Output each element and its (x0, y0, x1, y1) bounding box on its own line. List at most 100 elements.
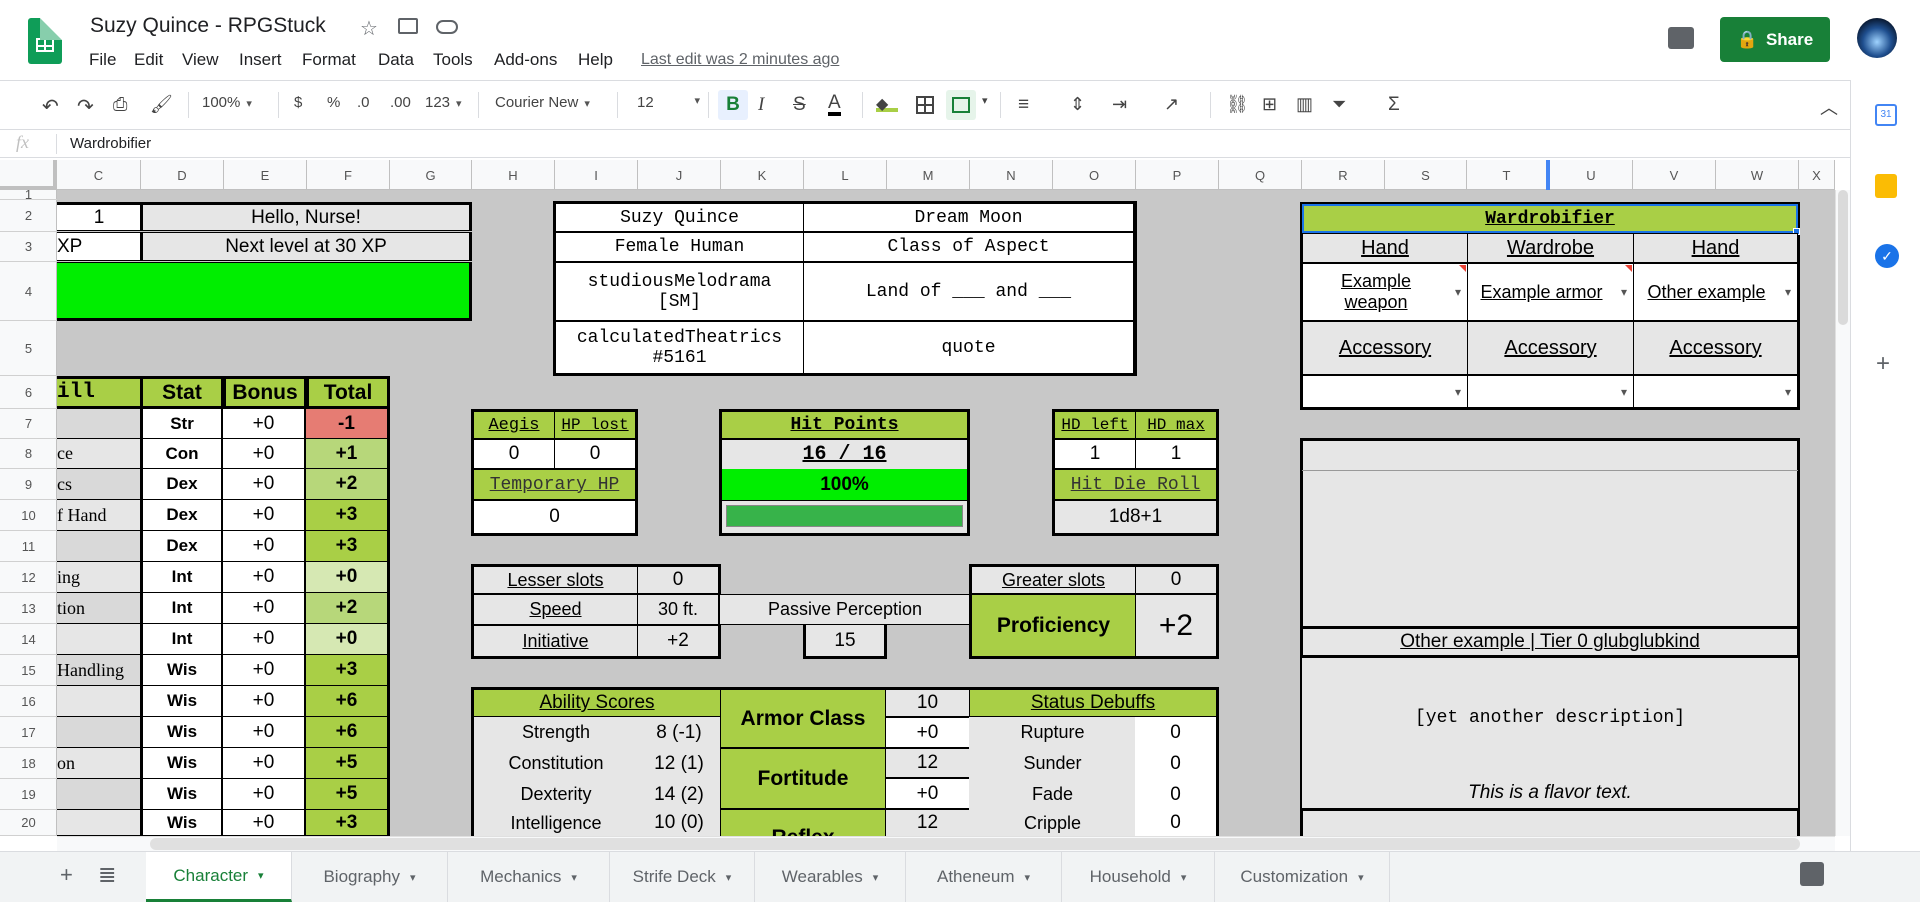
column-header[interactable]: F (307, 160, 390, 190)
skill-stat[interactable]: Dex (140, 500, 224, 531)
fill-color-icon[interactable]: ◆ (876, 94, 898, 113)
share-button[interactable]: 🔒 Share (1720, 17, 1830, 62)
ability-value[interactable]: 14 (2) (637, 779, 721, 810)
strikethrough-button[interactable]: S (793, 94, 806, 116)
skill-total[interactable]: +0 (306, 562, 390, 593)
column-header[interactable]: T (1467, 160, 1550, 190)
ability-name[interactable]: Strength (471, 717, 638, 748)
column-header[interactable]: S (1385, 160, 1467, 190)
debuff-name[interactable]: Fade (969, 779, 1136, 810)
temporary-hp-value[interactable]: 0 (471, 500, 638, 536)
skill-total[interactable]: +3 (306, 531, 390, 562)
debuff-value[interactable]: 0 (1135, 717, 1219, 748)
avatar[interactable] (1857, 18, 1897, 58)
column-header[interactable]: E (224, 160, 307, 190)
reflex-label[interactable]: Reflex (720, 809, 886, 836)
fortitude-label[interactable]: Fortitude (720, 748, 886, 809)
menu-addons[interactable]: Add-ons (494, 50, 557, 70)
column-header[interactable]: L (804, 160, 887, 190)
horizontal-scrollbar[interactable] (150, 838, 1800, 850)
xp-progress-bar[interactable] (57, 262, 472, 321)
row-header[interactable]: 20 (0, 810, 57, 836)
tab-wearables[interactable]: Wearables ▾ (755, 852, 906, 902)
column-header[interactable]: P (1136, 160, 1219, 190)
menu-file[interactable]: File (89, 50, 116, 70)
increase-decimal-button[interactable]: .00 (390, 94, 411, 111)
xp-label[interactable]: XP (57, 232, 141, 261)
item-description[interactable]: [yet another description] (1302, 658, 1798, 778)
tab-menu-icon[interactable]: ▾ (571, 871, 577, 884)
column-header[interactable]: N (970, 160, 1053, 190)
skill-total[interactable]: +6 (306, 717, 390, 748)
hello-text[interactable]: Hello, Nurse! (140, 202, 472, 231)
skill-stat[interactable]: Wis (140, 748, 224, 779)
stat-header[interactable]: Stat (140, 376, 224, 409)
skill-name[interactable] (57, 779, 141, 810)
skill-name[interactable] (57, 686, 141, 717)
column-header[interactable]: Q (1219, 160, 1302, 190)
column-header[interactable]: K (721, 160, 804, 190)
status-debuffs-label[interactable]: Status Debuffs (969, 687, 1219, 717)
tab-menu-icon[interactable]: ▾ (726, 871, 732, 884)
tab-biography[interactable]: Biography ▾ (292, 852, 448, 902)
ability-name[interactable]: Intelligence (471, 810, 638, 836)
skill-total[interactable]: +3 (306, 810, 390, 836)
speed-label[interactable]: Speed (473, 594, 638, 625)
passive-perception-label[interactable]: Passive Perception (720, 594, 970, 625)
accessory-2-select[interactable] (1467, 375, 1634, 408)
quote[interactable]: quote (803, 321, 1134, 374)
column-header[interactable]: V (1633, 160, 1716, 190)
column-header[interactable]: C (57, 160, 141, 190)
menu-tools[interactable]: Tools (433, 50, 473, 70)
ability-name[interactable]: Dexterity (471, 779, 638, 810)
skill-total[interactable]: +5 (306, 748, 390, 779)
row-header[interactable]: 16 (0, 686, 57, 717)
accessory-1-select[interactable] (1302, 375, 1468, 408)
insert-chart-icon[interactable]: ▥ (1296, 94, 1313, 115)
row-header[interactable]: 13 (0, 593, 57, 624)
print-icon[interactable]: ⎙ (113, 94, 127, 115)
wardrobe-label[interactable]: Wardrobe (1467, 233, 1634, 263)
bold-button[interactable]: B (718, 90, 748, 120)
hit-die-roll-value[interactable]: 1d8+1 (1052, 500, 1219, 536)
skill-stat[interactable]: Int (140, 624, 224, 655)
redo-icon[interactable]: ↷ (77, 94, 94, 119)
decrease-decimal-button[interactable]: .0 (357, 94, 370, 111)
tab-customization[interactable]: Customization ▾ (1215, 852, 1390, 902)
column-header[interactable]: M (887, 160, 970, 190)
armor-class-bonus[interactable]: +0 (885, 717, 970, 748)
skill-name[interactable]: on (57, 748, 141, 779)
hand-right-label[interactable]: Hand (1633, 233, 1798, 263)
column-header[interactable]: I (555, 160, 638, 190)
font-size-select[interactable]: 12 (637, 94, 700, 111)
accessory-2-label[interactable]: Accessory (1467, 321, 1634, 375)
select-all-corner[interactable] (0, 160, 57, 190)
skill-stat[interactable]: Int (140, 593, 224, 624)
tab-menu-icon[interactable]: ▾ (1024, 871, 1030, 884)
weapon-select[interactable]: Example weapon (1302, 263, 1468, 321)
comment-icon[interactable] (1668, 27, 1694, 49)
text-rotation-icon[interactable]: ↗ (1164, 94, 1179, 115)
menu-format[interactable]: Format (302, 50, 356, 70)
aegis-value[interactable]: 0 (471, 439, 555, 469)
tab-menu-icon[interactable]: ▾ (258, 869, 264, 882)
hit-die-roll-label[interactable]: Hit Die Roll (1052, 469, 1219, 500)
debuff-value[interactable]: 0 (1135, 810, 1219, 836)
species[interactable]: Female Human (555, 232, 804, 262)
passive-perception-value[interactable]: 15 (803, 625, 887, 659)
hit-points-value[interactable]: 16 / 16 (719, 439, 970, 469)
skill-name[interactable] (57, 810, 141, 836)
column-header[interactable]: U (1550, 160, 1633, 190)
tab-mechanics[interactable]: Mechanics ▾ (448, 852, 610, 902)
tab-menu-icon[interactable]: ▾ (873, 871, 879, 884)
menu-view[interactable]: View (182, 50, 219, 70)
tab-character[interactable]: Character ▾ (146, 852, 292, 902)
cloud-status-icon[interactable] (436, 20, 458, 34)
row-header[interactable]: 9 (0, 469, 57, 500)
skill-name[interactable]: Handling (57, 655, 141, 686)
row-header[interactable]: 14 (0, 624, 57, 655)
merge-cells-icon[interactable] (946, 90, 976, 120)
star-icon[interactable]: ☆ (360, 16, 378, 41)
greater-slots-value[interactable]: 0 (1135, 566, 1217, 594)
armor-class-label[interactable]: Armor Class (720, 687, 886, 748)
